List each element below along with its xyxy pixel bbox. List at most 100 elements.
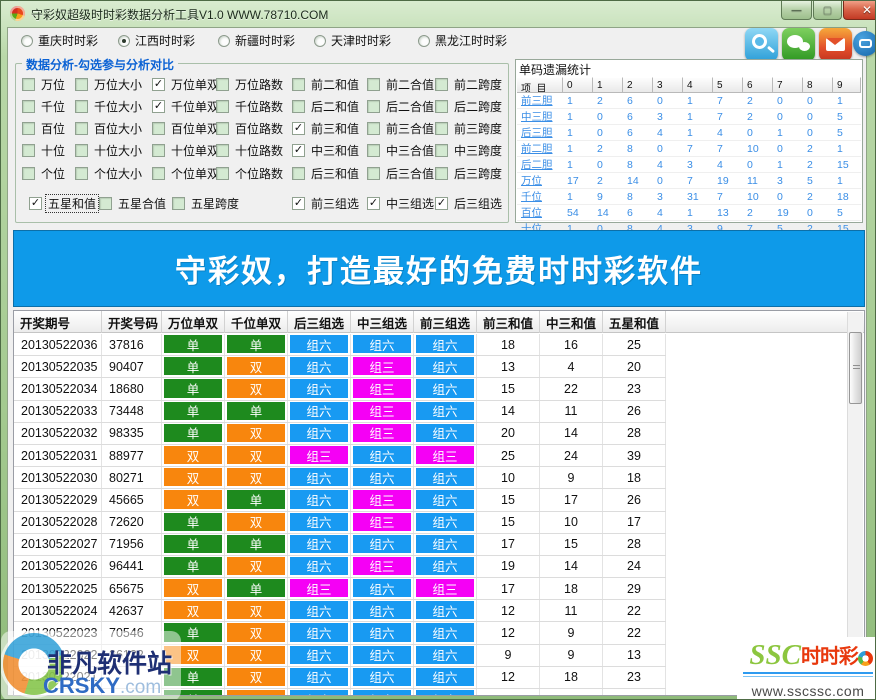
- checkbox-option[interactable]: 十位: [22, 143, 67, 157]
- stats-header-cell[interactable]: 9: [833, 77, 861, 93]
- checkbox-option[interactable]: 万位大小: [75, 77, 144, 91]
- column-header[interactable]: 中三和值: [540, 311, 603, 333]
- messenger-icon[interactable]: [853, 31, 876, 56]
- lottery-option[interactable]: 黑龙江时时彩: [418, 32, 507, 49]
- column-header[interactable]: 后三组选: [288, 311, 351, 333]
- column-header[interactable]: 五星和值: [603, 311, 666, 333]
- checkbox-option[interactable]: 五星合值: [99, 196, 168, 210]
- stats-row: 百位54146411321905: [517, 205, 861, 221]
- category-badge: 组六: [416, 535, 474, 553]
- stats-header-cell[interactable]: 项 目: [517, 77, 563, 93]
- checkbox-option[interactable]: 前二和值: [292, 77, 361, 91]
- wechat-icon[interactable]: [782, 28, 815, 61]
- checkbox-option[interactable]: 前二合值: [367, 77, 436, 91]
- checkbox-option[interactable]: 中三合值: [367, 143, 436, 157]
- table-cell: 16: [540, 334, 603, 355]
- radio-label: 新疆时时彩: [235, 32, 295, 49]
- stats-header-cell[interactable]: 2: [623, 77, 653, 93]
- column-header[interactable]: 开奖号码: [102, 311, 162, 333]
- table-row[interactable]: 2013052202771956单单组六组六组六171528: [14, 534, 666, 556]
- checkbox-option[interactable]: 百位路数: [216, 121, 285, 135]
- lottery-option[interactable]: 天津时时彩: [314, 32, 391, 49]
- checkbox-option[interactable]: 千位: [22, 99, 67, 113]
- table-row[interactable]: 2013052203188977双双组三组六组三252439: [14, 445, 666, 467]
- checkbox-option[interactable]: ✓中三和值: [292, 143, 361, 157]
- checkbox-option[interactable]: ✓万位单双: [152, 77, 221, 91]
- table-row[interactable]: 2013052202696441单双组六组三组六191424: [14, 556, 666, 578]
- scrollbar-thumb[interactable]: [849, 332, 862, 404]
- column-header[interactable]: 中三组选: [351, 311, 414, 333]
- stats-header-cell[interactable]: 4: [683, 77, 713, 93]
- mail-icon[interactable]: [819, 28, 852, 61]
- checkbox-option[interactable]: 千位路数: [216, 99, 285, 113]
- checkbox-option[interactable]: 个位单双: [152, 166, 221, 180]
- checkbox-option[interactable]: 百位: [22, 121, 67, 135]
- table-cell: 组六: [351, 334, 414, 355]
- table-row[interactable]: 2013052202872620单双组六组三组六151017: [14, 512, 666, 534]
- checkbox-option[interactable]: 后三和值: [292, 166, 361, 180]
- stats-header-cell[interactable]: 8: [803, 77, 833, 93]
- table-row[interactable]: 2013052203590407单双组六组三组六13420: [14, 356, 666, 378]
- checkbox-option[interactable]: 万位路数: [216, 77, 285, 91]
- stats-header-cell[interactable]: 1: [593, 77, 623, 93]
- checkbox-option[interactable]: ✓中三组选: [367, 196, 436, 210]
- column-header[interactable]: 开奖期号: [14, 311, 102, 333]
- checkbox-option[interactable]: 个位大小: [75, 166, 144, 180]
- checkbox-option[interactable]: 十位大小: [75, 143, 144, 157]
- checkbox-option[interactable]: 个位路数: [216, 166, 285, 180]
- checkbox-option[interactable]: ✓后三组选: [435, 196, 504, 210]
- qq-search-icon[interactable]: [745, 28, 778, 61]
- column-header[interactable]: 前三组选: [414, 311, 477, 333]
- stats-header-cell[interactable]: 0: [563, 77, 593, 93]
- checkbox-option[interactable]: 百位单双: [152, 121, 221, 135]
- column-header[interactable]: 万位单双: [162, 311, 225, 333]
- stats-header-cell[interactable]: 6: [743, 77, 773, 93]
- minimize-button[interactable]: —: [781, 1, 812, 20]
- checkbox-option[interactable]: 后二跨度: [435, 99, 504, 113]
- checkbox-option[interactable]: 千位大小: [75, 99, 144, 113]
- checkbox-option[interactable]: ✓千位单双: [152, 99, 221, 113]
- stats-header-cell[interactable]: 7: [773, 77, 803, 93]
- checkbox-box: [75, 167, 88, 180]
- table-cell: 18680: [102, 378, 162, 399]
- checkbox-option[interactable]: 十位单双: [152, 143, 221, 157]
- column-header[interactable]: 前三和值: [477, 311, 540, 333]
- table-cell: 双: [162, 489, 225, 510]
- table-row[interactable]: 2013052202945665双单组六组三组六151726: [14, 489, 666, 511]
- stats-header-cell[interactable]: 5: [713, 77, 743, 93]
- title-bar[interactable]: 守彩奴超级时时彩数据分析工具V1.0 WWW.78710.COM — ▢ ✕: [1, 1, 876, 25]
- checkbox-option[interactable]: 前三合值: [367, 121, 436, 135]
- table-row[interactable]: 2013052202565675双单组三组六组三171829: [14, 578, 666, 600]
- checkbox-option[interactable]: ✓前三组选: [292, 196, 361, 210]
- table-row[interactable]: 2013052203418680单双组六组三组六152223: [14, 378, 666, 400]
- lottery-option[interactable]: 重庆时时彩: [21, 32, 98, 49]
- checkbox-option[interactable]: 中三跨度: [435, 143, 504, 157]
- table-row[interactable]: 2013052203298335单双组六组三组六201428: [14, 423, 666, 445]
- close-button[interactable]: ✕: [843, 1, 876, 20]
- table-cell: 组六: [414, 667, 477, 688]
- checkbox-option[interactable]: 前二跨度: [435, 77, 504, 91]
- checkbox-option[interactable]: 后二合值: [367, 99, 436, 113]
- lottery-option[interactable]: 江西时时彩: [118, 32, 195, 49]
- checkbox-option[interactable]: 个位: [22, 166, 67, 180]
- table-row[interactable]: 2013052203373448单单组六组三组六141126: [14, 401, 666, 423]
- table-cell: 9: [540, 622, 603, 643]
- table-cell: 组三: [351, 512, 414, 533]
- checkbox-option[interactable]: 前三跨度: [435, 121, 504, 135]
- checkbox-option[interactable]: 后三合值: [367, 166, 436, 180]
- checkbox-box: [435, 167, 448, 180]
- stats-header-cell[interactable]: 3: [653, 77, 683, 93]
- table-row[interactable]: 2013052203637816单单组六组六组六181625: [14, 334, 666, 356]
- checkbox-option[interactable]: ✓五星和值: [29, 196, 98, 210]
- checkbox-option[interactable]: 后二和值: [292, 99, 361, 113]
- checkbox-option[interactable]: 百位大小: [75, 121, 144, 135]
- checkbox-option[interactable]: ✓前三和值: [292, 121, 361, 135]
- table-row[interactable]: 2013052203080271双双组六组六组六10918: [14, 467, 666, 489]
- checkbox-option[interactable]: 后三跨度: [435, 166, 504, 180]
- checkbox-option[interactable]: 十位路数: [216, 143, 285, 157]
- checkbox-option[interactable]: 五星跨度: [172, 196, 241, 210]
- column-header[interactable]: 千位单双: [225, 311, 288, 333]
- checkbox-option[interactable]: 万位: [22, 77, 67, 91]
- table-row[interactable]: 2013052202442637双双组六组六组六121122: [14, 600, 666, 622]
- lottery-option[interactable]: 新疆时时彩: [218, 32, 295, 49]
